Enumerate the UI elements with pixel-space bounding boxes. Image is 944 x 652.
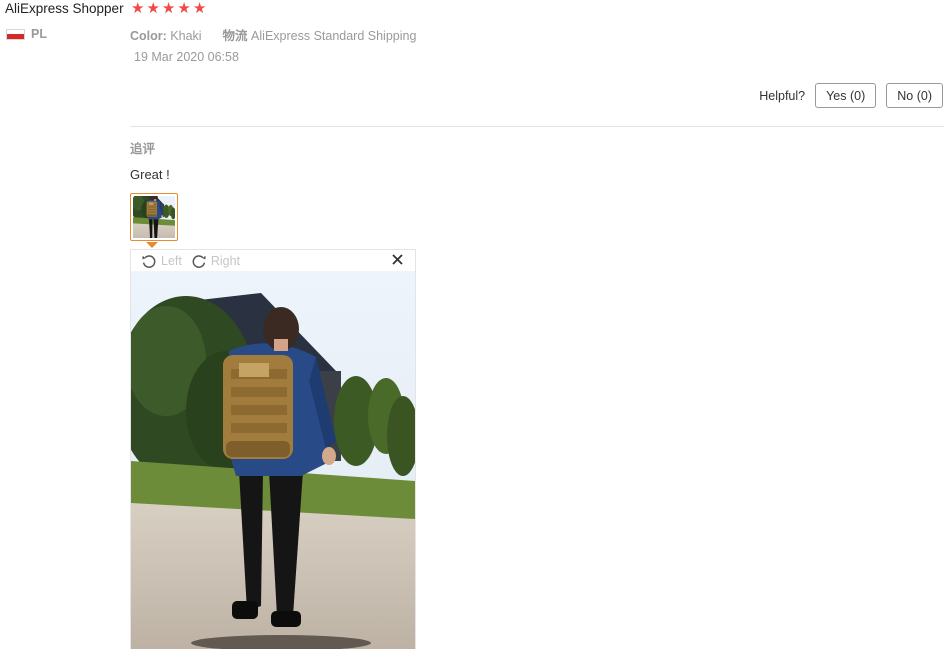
reviewer-country: PL	[6, 27, 47, 41]
rotate-right-button[interactable]: Right	[191, 253, 240, 269]
divider	[130, 126, 944, 127]
flag-icon	[6, 28, 25, 40]
thumbnail-image	[133, 196, 175, 238]
star-icon: ★	[177, 0, 191, 17]
close-icon[interactable]	[391, 253, 404, 266]
rotate-left-button[interactable]: Left	[141, 253, 182, 269]
star-icon: ★	[161, 0, 176, 17]
rating-stars: ★ ★ ★ ★ ★	[131, 0, 206, 18]
star-icon: ★	[192, 0, 207, 17]
review-date: 19 Mar 2020 06:58	[134, 50, 239, 64]
review-photo-thumbnail[interactable]	[130, 193, 178, 241]
followup-text: Great !	[130, 167, 170, 182]
helpful-no-button[interactable]: No (0)	[886, 83, 943, 108]
helpful-label: Helpful?	[759, 88, 806, 103]
shipping-label: 物流	[222, 29, 248, 43]
helpful-yes-button[interactable]: Yes (0)	[815, 83, 877, 108]
reviewer-name: AliExpress Shopper	[5, 1, 124, 16]
order-meta: Color: Khaki 物流 AliExpress Standard Ship…	[130, 25, 416, 44]
color-value: Khaki	[170, 29, 202, 43]
rotate-right-icon	[192, 254, 206, 268]
rotate-left-label: Left	[161, 253, 182, 268]
rotate-right-label: Right	[210, 253, 241, 268]
country-code: PL	[31, 27, 47, 41]
rotate-left-icon	[142, 254, 156, 268]
review-photo	[131, 271, 415, 649]
helpful-vote: Helpful? Yes (0) No (0)	[759, 83, 943, 108]
followup-label: 追评	[130, 142, 156, 156]
thumbnail-pointer	[146, 242, 158, 248]
star-icon: ★	[131, 0, 145, 17]
photo-viewer-toolbar: Left Right	[131, 250, 415, 271]
color-label: Color:	[130, 29, 167, 43]
photo-viewer: Left Right	[130, 249, 416, 649]
star-icon: ★	[146, 0, 160, 17]
shipping-value: AliExpress Standard Shipping	[251, 29, 417, 43]
